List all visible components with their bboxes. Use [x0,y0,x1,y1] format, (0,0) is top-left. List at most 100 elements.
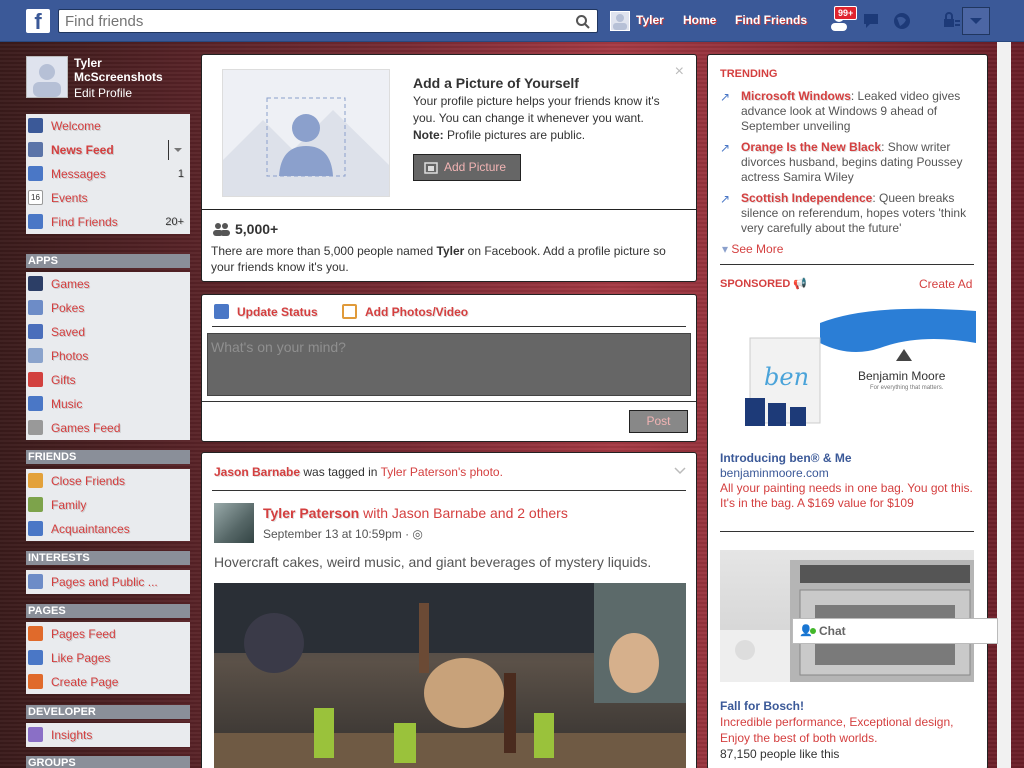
sidebar-header-friends[interactable]: FRIENDS [26,450,190,464]
see-more-link[interactable]: ▾ See More [722,242,783,256]
right-panel: TRENDING ↗ Microsoft Windows: Leaked vid… [707,54,988,768]
account-menu-button[interactable] [962,7,990,35]
story-actor-link[interactable]: Jason Barnabe [214,465,300,479]
sidebar-item-welcome[interactable]: Welcome [26,114,190,138]
rss-icon [28,574,43,589]
sidebar-item-saved[interactable]: Saved [26,320,190,344]
trending-topic[interactable]: Microsoft Windows [741,89,851,103]
sidebar-header-apps[interactable]: APPS [26,254,190,268]
chat-sidebar-strip [997,42,1011,768]
chevron-down-icon[interactable] [674,467,686,475]
bookmark-icon [28,324,43,339]
sidebar-item-label: Welcome [51,119,101,133]
megaphone-icon: 📢 [793,278,808,290]
sidebar-item-games[interactable]: Games [26,272,190,296]
trending-topic[interactable]: Orange Is the New Black [741,140,881,154]
nav-find-friends-link[interactable]: Find Friends [735,13,807,27]
ad-image-bosch[interactable] [720,550,974,682]
story-owner-link[interactable]: Tyler Paterson [381,465,458,479]
sidebar-item-pokes[interactable]: Pokes [26,296,190,320]
ad2-likes: 87,150 people like this [720,747,840,761]
globe-icon[interactable] [891,10,913,32]
facebook-logo[interactable]: f [26,9,50,34]
post-button[interactable]: Post [629,410,688,433]
sidebar-item-close-friends[interactable]: Close Friends [26,469,190,493]
divider [720,264,974,265]
sidebar-item-label: Games [51,277,90,291]
chat-tab[interactable]: 👤 Chat [792,618,998,644]
sidebar-item-games-feed[interactable]: Games Feed [26,416,190,440]
chevron-down-icon[interactable] [174,146,182,154]
sidebar-item-label: Find Friends [51,215,118,229]
sidebar-item-gifts[interactable]: Gifts [26,368,190,392]
author-avatar[interactable] [214,503,254,543]
sidebar-item-insights[interactable]: Insights [26,723,190,747]
search-box[interactable] [58,9,598,33]
sidebar-item-family[interactable]: Family [26,493,190,517]
divider [202,401,696,402]
sidebar-developer: Insights [26,723,190,747]
ad-image-benjamin-moore[interactable]: ben Benjamin Moore For everything that m… [720,303,976,443]
profile-avatar[interactable] [26,56,68,98]
facebook-icon [28,118,43,133]
sidebar-item-messages[interactable]: Messages 1 [26,162,190,186]
tab-update-status[interactable]: Update Status [214,304,329,326]
notification-badge: 99+ [834,6,858,20]
camera-icon [424,162,438,174]
search-input[interactable] [59,10,559,32]
sidebar-header-pages[interactable]: PAGES [26,604,190,618]
story-owner-suffix: 's photo. [457,465,503,479]
messages-icon[interactable] [861,10,883,32]
profile-name[interactable]: Tyler McScreenshots [74,56,191,84]
sidebar-header-interests[interactable]: INTERESTS [26,551,190,565]
find-friends-count: 20+ [165,216,184,228]
sidebar-item-news-feed[interactable]: News Feed [26,138,190,162]
tab-add-photos[interactable]: Add Photos/Video [342,304,482,326]
trending-item[interactable]: ↗ Microsoft Windows: Leaked video gives … [720,89,970,134]
sidebar-header-developer[interactable]: DEVELOPER [26,705,190,719]
add-picture-button[interactable]: Add Picture [413,154,521,181]
story-photo[interactable] [214,583,686,768]
sidebar-header-groups[interactable]: GROUPS [26,756,190,768]
sidebar-item-create-page[interactable]: Create Page [26,670,190,694]
divider [202,209,696,210]
ad-title[interactable]: Introducing ben® & Me [720,451,976,466]
status-textarea[interactable]: What's on your mind? [207,333,691,396]
trending-item[interactable]: ↗ Scottish Independence: Queen breaks si… [720,191,970,236]
sidebar-item-pages-feed[interactable]: Pages Feed [26,622,190,646]
author-link[interactable]: Tyler Paterson [263,505,359,521]
nav-user-link[interactable]: Tyler [636,13,664,27]
story-timestamp[interactable]: September 13 at 10:59pm · ◎ [263,527,423,541]
ad-url[interactable]: benjaminmoore.com [720,466,976,481]
ad2-title[interactable]: Fall for Bosch! [720,698,976,714]
close-icon[interactable]: × [675,63,684,81]
sidebar-item-like-pages[interactable]: Like Pages [26,646,190,670]
tagged-friend-link[interactable]: Jason Barnabe [392,505,486,521]
sidebar-item-find-friends[interactable]: Find Friends 20+ [26,210,190,234]
trending-arrow-icon: ↗ [720,90,731,104]
trending-topic[interactable]: Scottish Independence [741,191,872,205]
trending-item[interactable]: ↗ Orange Is the New Black: Show writer d… [720,140,970,185]
pokes-icon [28,300,43,315]
search-icon[interactable] [575,14,591,30]
sidebar-item-label: Events [51,191,88,205]
nav-avatar[interactable] [610,11,630,31]
sidebar-item-label: Like Pages [51,651,111,665]
sidebar-item-events[interactable]: 16 Events [26,186,190,210]
privacy-shortcuts-icon[interactable] [940,10,962,32]
ad2-description: Incredible performance, Exceptional desi… [720,715,954,745]
messages-icon [28,166,43,181]
sidebar-item-music[interactable]: Music [26,392,190,416]
others-link[interactable]: 2 others [517,505,568,521]
add-picture-button-label: Add Picture [444,160,507,174]
nav-home-link[interactable]: Home [683,13,716,27]
sidebar-item-photos[interactable]: Photos [26,344,190,368]
sidebar-item-pages-public[interactable]: Pages and Public ... [26,570,190,594]
trending-arrow-icon: ↗ [720,192,731,206]
create-ad-link[interactable]: Create Ad [919,277,972,291]
sidebar-item-label: News Feed [51,143,114,157]
edit-profile-link[interactable]: Edit Profile [74,86,132,100]
sidebar-item-label: Games Feed [51,421,121,435]
ad-brand-logo: Benjamin Moore [858,369,946,383]
sidebar-item-acquaintances[interactable]: Acquaintances [26,517,190,541]
